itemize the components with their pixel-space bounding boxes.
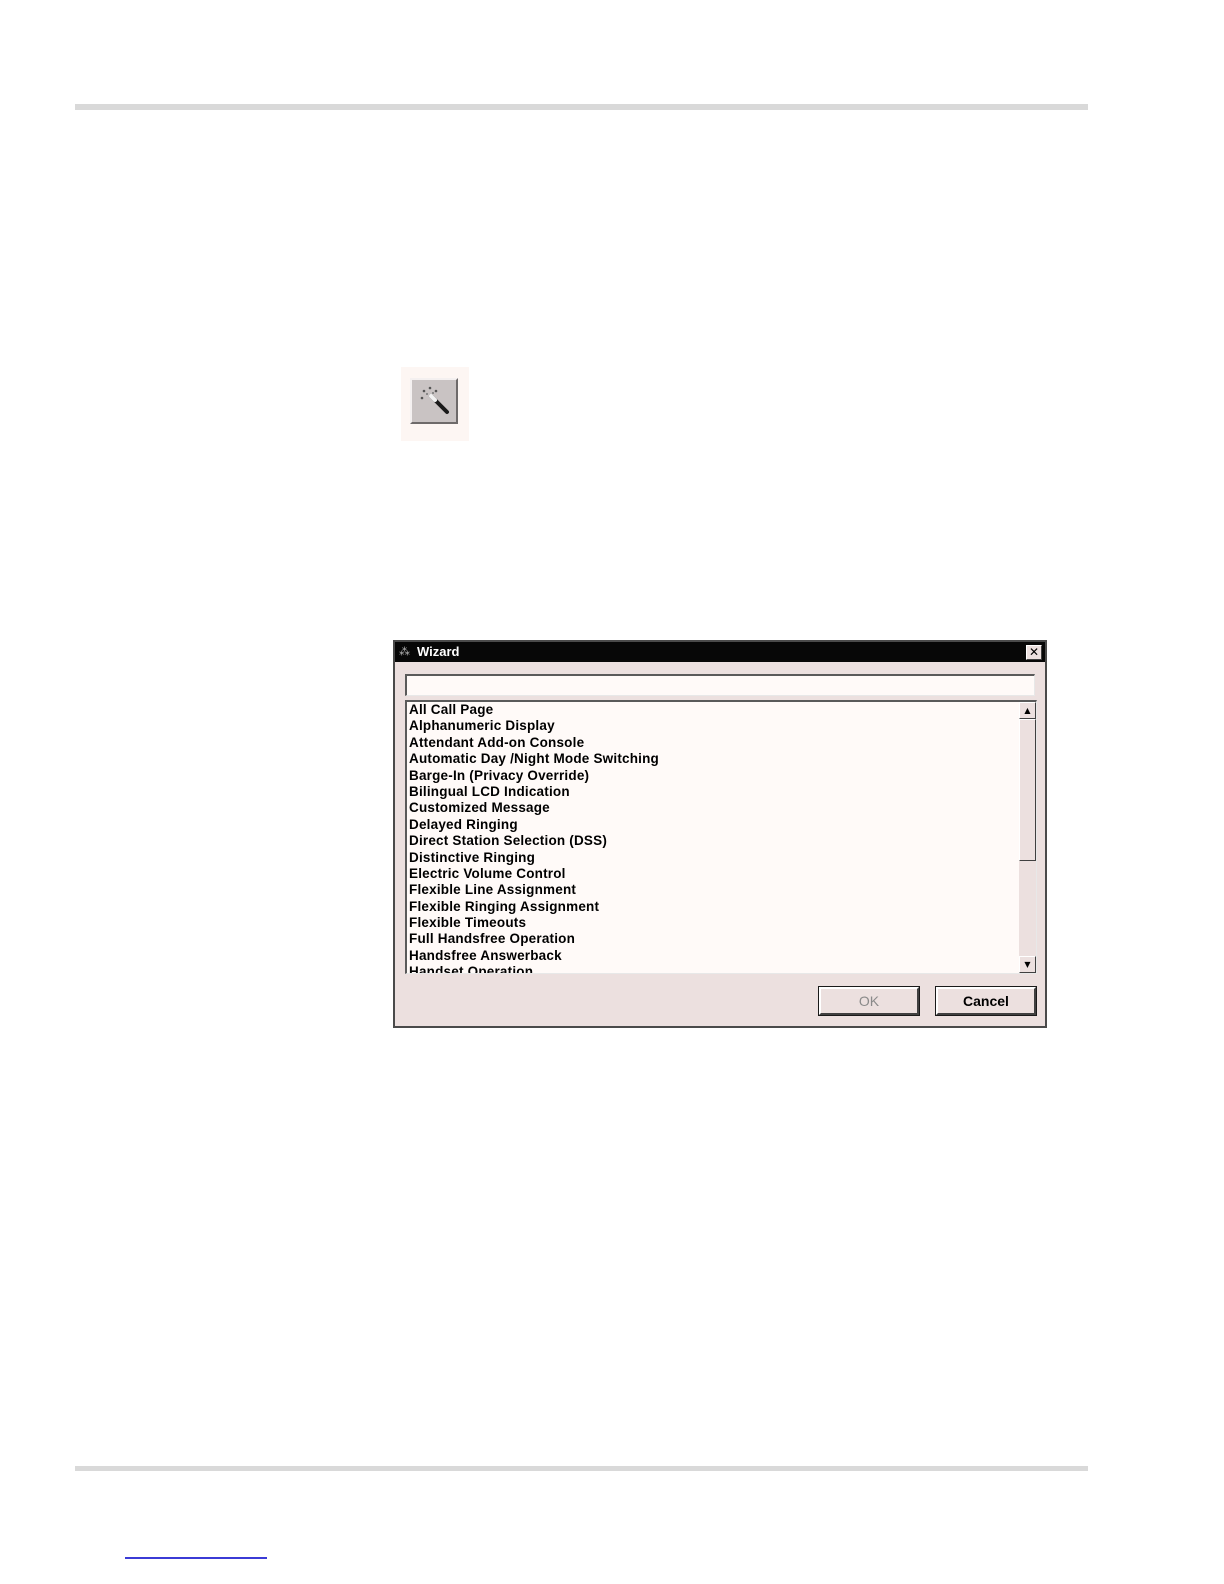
list-item[interactable]: Flexible Line Assignment — [409, 882, 1018, 898]
footer-link-underline — [125, 1557, 267, 1559]
list-item[interactable]: Barge-In (Privacy Override) — [409, 768, 1018, 784]
list-item[interactable]: All Call Page — [409, 702, 1018, 718]
list-item[interactable]: Alphanumeric Display — [409, 718, 1018, 734]
list-item[interactable]: Electric Volume Control — [409, 866, 1018, 882]
wizard-toolbar-button-area — [401, 367, 469, 441]
list-item[interactable]: Flexible Ringing Assignment — [409, 899, 1018, 915]
list-item[interactable]: Delayed Ringing — [409, 817, 1018, 833]
ok-button[interactable]: OK — [818, 986, 920, 1016]
feature-list: All Call Page Alphanumeric Display Attenda… — [409, 702, 1018, 973]
scroll-thumb[interactable] — [1019, 719, 1036, 861]
list-item[interactable]: Customized Message — [409, 800, 1018, 816]
list-item[interactable]: Attendant Add-on Console — [409, 735, 1018, 751]
header-rule — [75, 104, 1088, 110]
wizard-dialog: ⁂ Wizard ✕ All Call Page Alphanumeric Dis… — [393, 640, 1047, 1028]
wand-icon: ⁂ — [399, 645, 410, 658]
list-item[interactable]: Flexible Timeouts — [409, 915, 1018, 931]
list-item[interactable]: Handsfree Answerback — [409, 948, 1018, 964]
list-item[interactable]: Distinctive Ringing — [409, 850, 1018, 866]
list-scrollbar[interactable]: ▲ ▼ — [1019, 702, 1036, 973]
list-item[interactable]: Direct Station Selection (DSS) — [409, 833, 1018, 849]
footer-rule — [75, 1466, 1088, 1471]
scroll-down-button[interactable]: ▼ — [1019, 956, 1036, 973]
feature-listbox[interactable]: All Call Page Alphanumeric Display Attenda… — [405, 700, 1037, 974]
dialog-title: Wizard — [417, 644, 460, 659]
list-item[interactable]: Full Handsfree Operation — [409, 931, 1018, 947]
filter-input[interactable] — [405, 674, 1035, 696]
close-button[interactable]: ✕ — [1026, 645, 1042, 660]
cancel-button[interactable]: Cancel — [935, 986, 1037, 1016]
wizard-toolbar-button[interactable] — [410, 378, 458, 424]
scroll-up-button[interactable]: ▲ — [1019, 702, 1036, 719]
list-item[interactable]: Bilingual LCD Indication — [409, 784, 1018, 800]
dialog-titlebar[interactable]: ⁂ Wizard ✕ — [395, 642, 1045, 662]
list-item[interactable]: Automatic Day /Night Mode Switching — [409, 751, 1018, 767]
list-item[interactable]: Handset Operation — [409, 964, 1018, 973]
